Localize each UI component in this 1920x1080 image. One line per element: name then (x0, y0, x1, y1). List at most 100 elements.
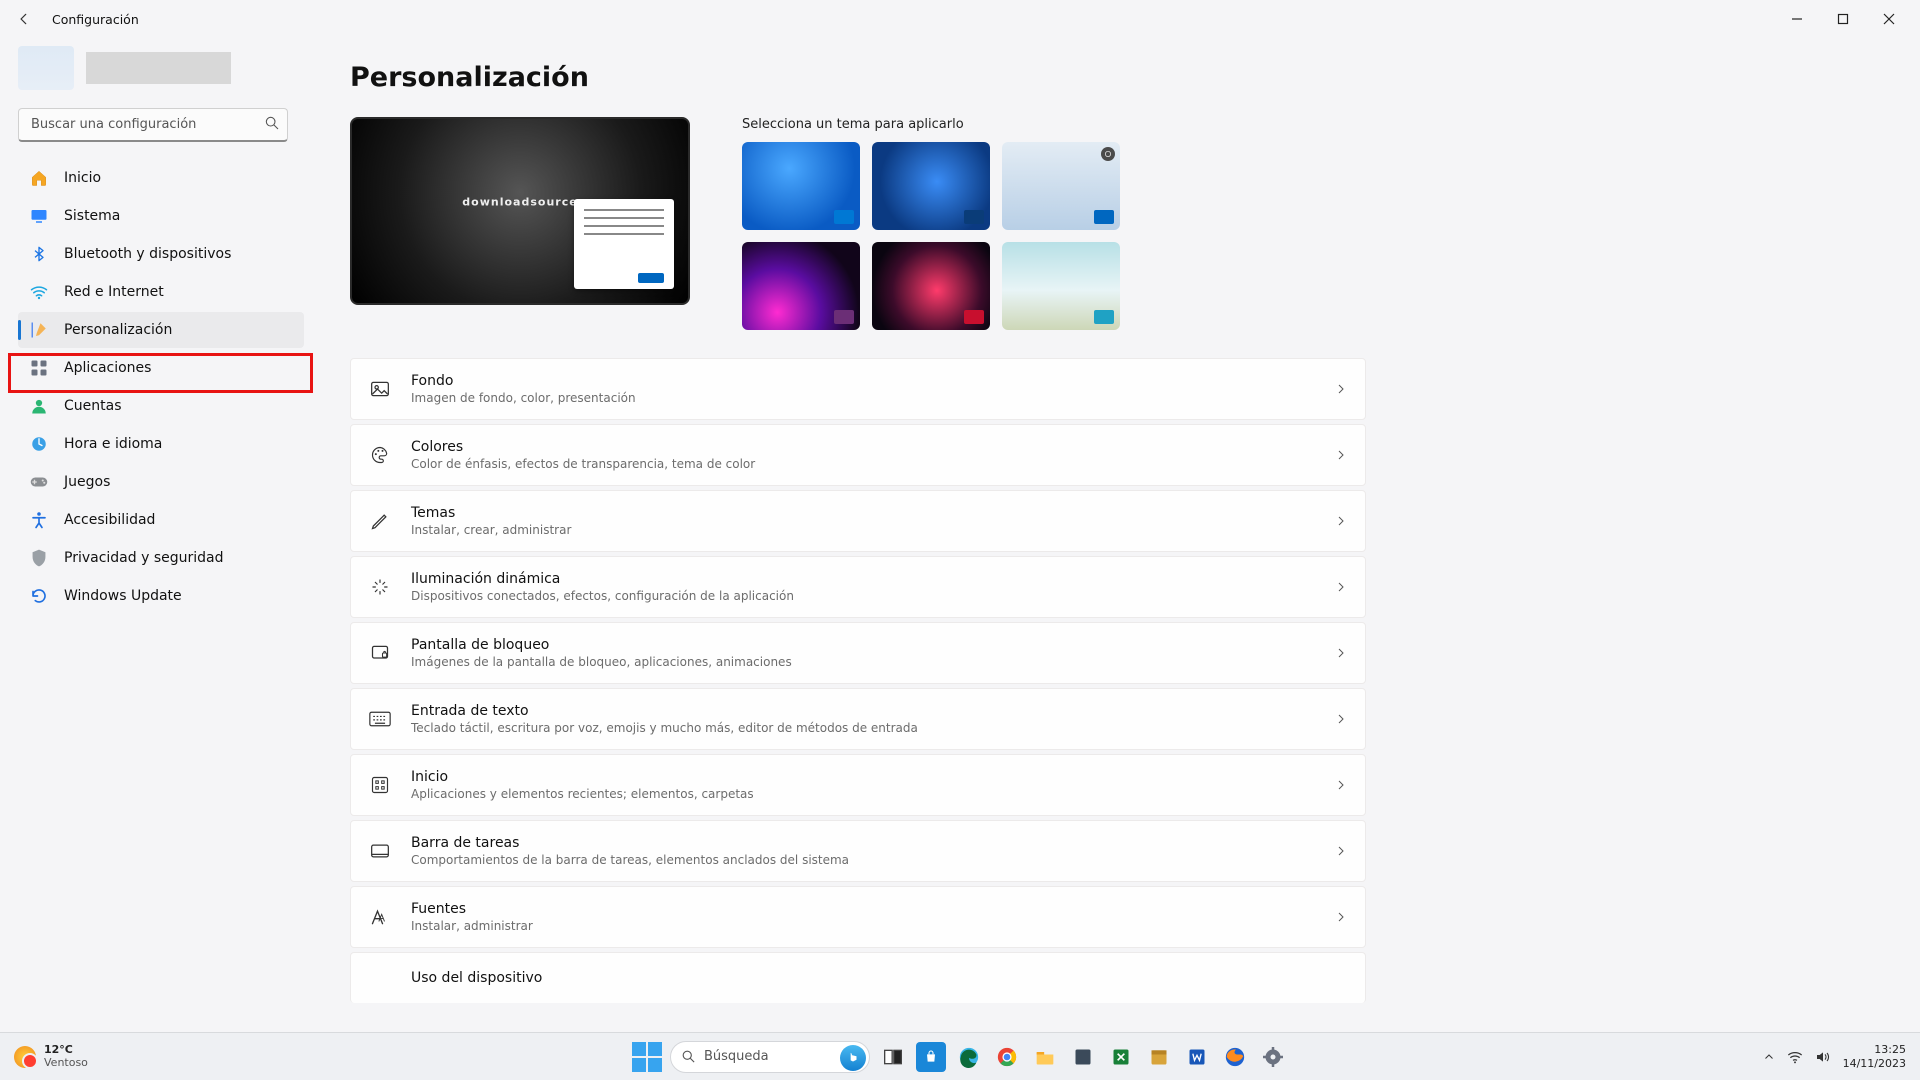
row-desc: Comportamientos de la barra de tareas, e… (411, 853, 849, 867)
nav-update[interactable]: Windows Update (18, 578, 304, 614)
taskbar-app-edge[interactable] (954, 1042, 984, 1072)
row-title: Temas (411, 505, 571, 521)
accessibility-icon (30, 511, 48, 529)
nav-bluetooth[interactable]: Bluetooth y dispositivos (18, 236, 304, 272)
main-content: Personalización downloadsource Seleccion… (310, 38, 1920, 1070)
search-input[interactable] (18, 108, 288, 142)
nav-apps[interactable]: Aplicaciones (18, 350, 304, 386)
shield-icon (30, 549, 48, 567)
row-desc: Color de énfasis, efectos de transparenc… (411, 457, 755, 471)
row-title: Barra de tareas (411, 835, 849, 851)
home-icon (30, 169, 48, 187)
wifi-tray-icon[interactable] (1787, 1050, 1803, 1064)
row-background[interactable]: FondoImagen de fondo, color, presentació… (350, 358, 1366, 420)
person-icon (30, 397, 48, 415)
tray-clock[interactable]: 13:25 14/11/2023 (1843, 1043, 1906, 1069)
chevron-right-icon (1335, 911, 1347, 923)
row-dynamic-lighting[interactable]: Iluminación dinámicaDispositivos conecta… (350, 556, 1366, 618)
taskbar-app-word[interactable] (1182, 1042, 1212, 1072)
chevron-right-icon (1335, 779, 1347, 791)
theme-option-6[interactable] (1002, 242, 1120, 330)
nav-time[interactable]: Hora e idioma (18, 426, 304, 462)
theme-option-4[interactable] (742, 242, 860, 330)
nav-label: Bluetooth y dispositivos (64, 246, 231, 262)
taskbar-app-calendar[interactable] (1144, 1042, 1174, 1072)
nav-network[interactable]: Red e Internet (18, 274, 304, 310)
search-icon (264, 115, 280, 131)
nav-personalization[interactable]: Personalización (18, 312, 304, 348)
preview-brand: downloadsource (462, 195, 577, 208)
settings-list: FondoImagen de fondo, color, presentació… (350, 358, 1366, 1003)
theme-option-3[interactable] (1002, 142, 1120, 230)
avatar (18, 46, 74, 90)
taskbar-app-excel[interactable] (1106, 1042, 1136, 1072)
palette-icon (369, 444, 391, 466)
desktop-preview[interactable]: downloadsource (350, 117, 690, 305)
taskbar-app-store[interactable] (916, 1042, 946, 1072)
weather-temp: 12°C (44, 1044, 88, 1057)
row-fonts[interactable]: FuentesInstalar, administrar (350, 886, 1366, 948)
system-tray[interactable]: 13:25 14/11/2023 (1763, 1043, 1920, 1069)
row-colors[interactable]: ColoresColor de énfasis, efectos de tran… (350, 424, 1366, 486)
nav-label: Red e Internet (64, 284, 164, 300)
theme-option-1[interactable] (742, 142, 860, 230)
taskbar-app-explorer[interactable] (1030, 1042, 1060, 1072)
brush-icon (30, 321, 48, 339)
picture-icon (369, 378, 391, 400)
row-themes[interactable]: TemasInstalar, crear, administrar (350, 490, 1366, 552)
theme-option-2[interactable] (872, 142, 990, 230)
row-title: Uso del dispositivo (411, 970, 542, 986)
start-button[interactable] (632, 1042, 662, 1072)
window-title: Configuración (52, 12, 139, 27)
chevron-right-icon (1335, 383, 1347, 395)
row-text-input[interactable]: Entrada de textoTeclado táctil, escritur… (350, 688, 1366, 750)
nav-label: Sistema (64, 208, 120, 224)
chevron-right-icon (1335, 647, 1347, 659)
minimize-button[interactable] (1774, 3, 1820, 35)
nav-system[interactable]: Sistema (18, 198, 304, 234)
apps-icon (30, 359, 48, 377)
profile-card[interactable] (18, 46, 304, 90)
lockscreen-icon (369, 642, 391, 664)
taskbar-app-chrome[interactable] (992, 1042, 1022, 1072)
bluetooth-icon (30, 245, 48, 263)
taskbar-weather[interactable]: 12°C Ventoso (0, 1044, 88, 1069)
nav-label: Inicio (64, 170, 101, 186)
nav-accounts[interactable]: Cuentas (18, 388, 304, 424)
close-button[interactable] (1866, 3, 1912, 35)
sidebar-search[interactable] (18, 108, 288, 142)
row-taskbar[interactable]: Barra de tareas Comportamientos de la bar… (350, 820, 1366, 882)
back-button[interactable] (8, 3, 40, 35)
themes-label: Selecciona un tema para aplicarlo (742, 117, 1120, 132)
row-desc: Instalar, administrar (411, 919, 533, 933)
nav-label: Cuentas (64, 398, 122, 414)
volume-tray-icon[interactable] (1815, 1050, 1831, 1064)
nav-gaming[interactable]: Juegos (18, 464, 304, 500)
taskbar-app-firefox[interactable] (1220, 1042, 1250, 1072)
copilot-icon[interactable] (840, 1045, 866, 1071)
keyboard-icon (369, 708, 391, 730)
row-lockscreen[interactable]: Pantalla de bloqueoImágenes de la pantal… (350, 622, 1366, 684)
taskview-button[interactable] (878, 1042, 908, 1072)
tray-chevron-up-icon[interactable] (1763, 1051, 1775, 1063)
row-title: Entrada de texto (411, 703, 918, 719)
taskbar-app-settings[interactable] (1258, 1042, 1288, 1072)
nav-list: Inicio Sistema Bluetooth y dispositivos … (18, 160, 304, 614)
theme-option-5[interactable] (872, 242, 990, 330)
nav-label: Personalización (64, 322, 172, 338)
chevron-right-icon (1335, 845, 1347, 857)
taskbar-app-generic[interactable] (1068, 1042, 1098, 1072)
maximize-button[interactable] (1820, 3, 1866, 35)
row-title: Fondo (411, 373, 636, 389)
preview-window (574, 199, 674, 289)
row-desc: Aplicaciones y elementos recientes; elem… (411, 787, 754, 801)
row-device-usage[interactable]: Uso del dispositivo (350, 952, 1366, 1003)
search-icon (681, 1049, 696, 1064)
spotlight-icon (1101, 147, 1115, 161)
taskbar-search[interactable]: Búsqueda (670, 1041, 870, 1073)
row-start[interactable]: InicioAplicaciones y elementos recientes… (350, 754, 1366, 816)
chevron-right-icon (1335, 515, 1347, 527)
nav-accessibility[interactable]: Accesibilidad (18, 502, 304, 538)
nav-home[interactable]: Inicio (18, 160, 304, 196)
nav-privacy[interactable]: Privacidad y seguridad (18, 540, 304, 576)
